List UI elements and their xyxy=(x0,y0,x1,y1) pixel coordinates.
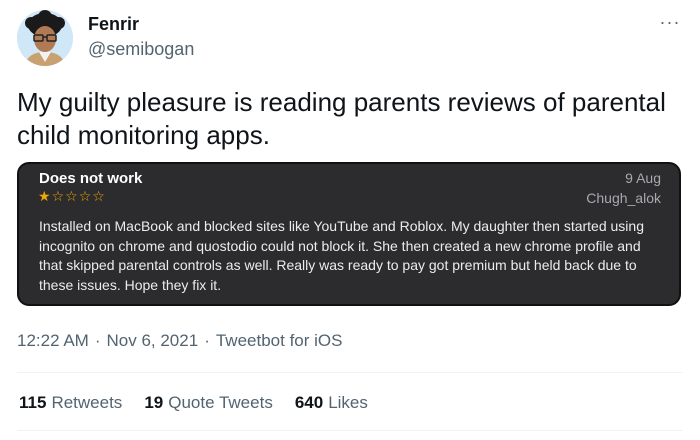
star-rating: ★ ☆ ☆ ☆ ☆ xyxy=(38,189,105,203)
divider xyxy=(17,430,683,431)
quote-tweets-stat[interactable]: 19 Quote Tweets xyxy=(144,393,273,413)
likes-stat[interactable]: 640 Likes xyxy=(295,393,368,413)
star-empty-icon: ☆ xyxy=(51,188,65,204)
tweet-date[interactable]: Nov 6, 2021 xyxy=(107,331,199,350)
retweets-count: 115 xyxy=(19,393,47,412)
retweets-stat[interactable]: 115 Retweets xyxy=(19,393,122,413)
author-handle[interactable]: @semibogan xyxy=(88,39,194,60)
review-date: 9 Aug xyxy=(625,170,661,186)
tweet-time[interactable]: 12:22 AM xyxy=(17,331,89,350)
more-icon: ··· xyxy=(659,11,681,32)
more-options-button[interactable]: ··· xyxy=(658,10,682,34)
star-empty-icon: ☆ xyxy=(65,188,78,204)
avatar-image xyxy=(17,10,73,66)
separator-dot: · xyxy=(204,331,210,350)
likes-label: Likes xyxy=(328,393,368,412)
likes-count: 640 xyxy=(294,393,324,412)
tweet-source-link[interactable]: Tweetbot for iOS xyxy=(216,331,343,350)
star-empty-icon: ☆ xyxy=(78,188,92,204)
divider xyxy=(17,372,683,373)
retweets-label: Retweets xyxy=(51,393,123,412)
star-filled-icon: ★ xyxy=(38,188,51,204)
separator-dot: · xyxy=(94,331,101,350)
tweet-timestamp: 12:22 AM · Nov 6, 2021 · Tweetbot for iOS xyxy=(17,331,342,351)
review-author: Chugh_alok xyxy=(586,190,661,206)
review-body: Installed on MacBook and blocked sites l… xyxy=(39,218,644,293)
quote-tweets-label: Quote Tweets xyxy=(168,393,273,412)
review-title: Does not work xyxy=(39,170,143,187)
author-display-name[interactable]: Fenrir xyxy=(88,14,139,35)
avatar[interactable] xyxy=(17,10,73,66)
tweet-text: My guilty pleasure is reading parents re… xyxy=(17,87,666,150)
star-empty-icon: ☆ xyxy=(92,188,105,204)
quote-tweets-count: 19 xyxy=(144,393,164,412)
engagement-stats: 115 Retweets 19 Quote Tweets 640 Likes xyxy=(19,393,368,413)
review-screenshot-image[interactable]: Does not work 9 Aug ★ ☆ ☆ ☆ ☆ Chugh_alok… xyxy=(17,162,681,306)
